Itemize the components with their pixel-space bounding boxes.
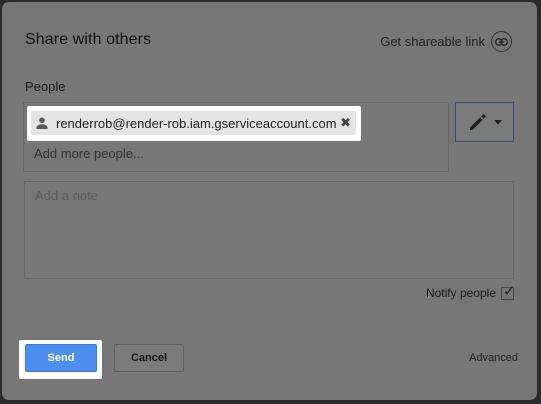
notify-people-label: Notify people	[425, 286, 496, 300]
shareable-link-label: Get shareable link	[380, 34, 485, 49]
note-textarea[interactable]: Add a note	[24, 181, 514, 279]
notify-people-option[interactable]: Notify people ✓	[425, 283, 516, 301]
link-icon[interactable]	[491, 31, 512, 52]
recipient-chip[interactable]: renderrob@render-rob.iam.gserviceaccount…	[31, 111, 356, 135]
checkmark-icon: ✓	[503, 282, 516, 300]
screen-backdrop: Share with others Get shareable link Peo…	[0, 0, 541, 404]
get-shareable-link[interactable]: Get shareable link	[380, 31, 512, 52]
add-more-people-input[interactable]: Add more people...	[34, 146, 144, 161]
recipient-email: renderrob@render-rob.iam.gserviceaccount…	[56, 115, 337, 131]
link-icon-glyph	[495, 37, 508, 46]
people-section-label: People	[25, 79, 66, 94]
note-placeholder: Add a note	[35, 188, 98, 203]
permission-dropdown-button[interactable]	[455, 102, 514, 142]
pencil-icon	[469, 114, 486, 130]
caret-down-icon	[493, 119, 502, 124]
person-icon	[36, 117, 48, 129]
remove-recipient-close-icon[interactable]: ✖	[340, 115, 351, 131]
cancel-button[interactable]: Cancel	[114, 344, 184, 372]
dialog-title: Share with others	[25, 31, 152, 48]
advanced-link[interactable]: Advanced	[469, 352, 518, 364]
notify-checkbox[interactable]: ✓	[501, 283, 516, 300]
send-button[interactable]: Send	[25, 344, 97, 372]
